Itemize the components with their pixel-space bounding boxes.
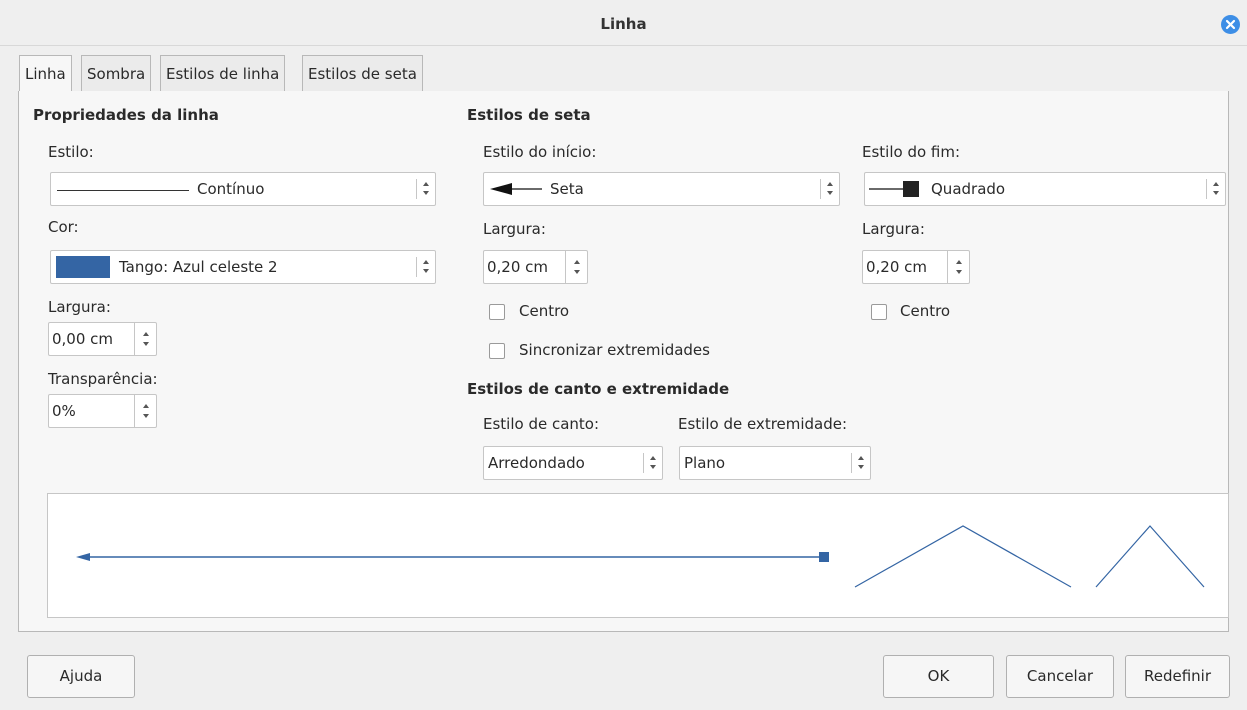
square-end-icon: [869, 181, 919, 197]
updown-icon: [820, 179, 833, 199]
preview-corner-wide: [854, 525, 1072, 588]
close-button[interactable]: [1221, 15, 1240, 34]
reset-button[interactable]: Redefinir: [1125, 655, 1230, 698]
arrow-styles-heading: Estilos de seta: [467, 106, 591, 124]
start-width-value: 0,20 cm: [487, 258, 549, 276]
transparency-spinbox[interactable]: 0%: [48, 394, 157, 428]
color-swatch: [56, 256, 110, 278]
preview-corner-narrow: [1095, 525, 1205, 588]
spin-arrows-icon[interactable]: [134, 395, 156, 427]
start-style-value: Seta: [550, 180, 584, 198]
updown-icon: [1206, 179, 1219, 199]
tab-linha[interactable]: Linha: [19, 55, 72, 93]
line-color-select[interactable]: Tango: Azul celeste 2: [50, 250, 436, 284]
preview-arrow-head: [76, 553, 90, 561]
end-style-value: Quadrado: [931, 180, 1006, 198]
line-width-spinbox[interactable]: 0,00 cm: [48, 322, 157, 356]
line-preview: [47, 493, 1229, 618]
line-properties-heading: Propriedades da linha: [33, 106, 219, 124]
spin-arrows-icon[interactable]: [947, 251, 969, 283]
sync-ends-checkbox[interactable]: [489, 343, 505, 359]
start-center-checkbox[interactable]: [489, 304, 505, 320]
end-width-label: Largura:: [862, 220, 925, 238]
updown-icon: [416, 257, 429, 277]
start-width-label: Largura:: [483, 220, 546, 238]
end-style-select[interactable]: Quadrado: [864, 172, 1226, 206]
line-preview-drawing: [76, 525, 1205, 588]
sync-ends-label: Sincronizar extremidades: [519, 341, 710, 359]
start-center-label: Centro: [519, 302, 570, 320]
line-style-value: Contínuo: [197, 180, 265, 198]
cap-style-label: Estilo de extremidade:: [678, 415, 848, 433]
end-style-label: Estilo do fim:: [862, 143, 961, 161]
style-label: Estilo:: [48, 143, 94, 161]
transparency-value: 0%: [52, 402, 76, 420]
start-style-label: Estilo do início:: [483, 143, 597, 161]
spin-arrows-icon[interactable]: [134, 323, 156, 355]
corner-style-select[interactable]: Arredondado: [483, 446, 663, 480]
end-center-label: Centro: [900, 302, 951, 320]
preview-square-end: [819, 552, 829, 562]
arrow-head-icon: [490, 183, 542, 195]
cap-style-select[interactable]: Plano: [679, 446, 871, 480]
spin-arrows-icon[interactable]: [565, 251, 587, 283]
end-center-checkbox[interactable]: [871, 304, 887, 320]
corner-cap-heading: Estilos de canto e extremidade: [467, 380, 730, 398]
corner-style-value: Arredondado: [488, 454, 585, 472]
updown-icon: [851, 453, 864, 473]
start-width-spinbox[interactable]: 0,20 cm: [483, 250, 588, 284]
help-button[interactable]: Ajuda: [27, 655, 135, 698]
line-style-select[interactable]: Contínuo: [50, 172, 436, 206]
line-width-value: 0,00 cm: [52, 330, 114, 348]
tab-estilos-de-linha[interactable]: Estilos de linha: [160, 55, 286, 92]
cap-style-value: Plano: [684, 454, 726, 472]
line-color-value: Tango: Azul celeste 2: [119, 258, 278, 276]
tab-estilos-de-seta[interactable]: Estilos de seta: [302, 55, 423, 92]
width-label: Largura:: [48, 298, 111, 316]
end-width-value: 0,20 cm: [866, 258, 928, 276]
transparency-label: Transparência:: [48, 370, 158, 388]
updown-icon: [643, 453, 656, 473]
color-label: Cor:: [48, 218, 79, 236]
updown-icon: [416, 179, 429, 199]
close-icon: [1225, 19, 1236, 30]
solid-line-preview-icon: [57, 190, 189, 191]
corner-style-label: Estilo de canto:: [483, 415, 600, 433]
end-width-spinbox[interactable]: 0,20 cm: [862, 250, 970, 284]
ok-button[interactable]: OK: [883, 655, 994, 698]
window-title: Linha: [600, 15, 647, 33]
start-style-select[interactable]: Seta: [483, 172, 840, 206]
tab-sombra[interactable]: Sombra: [81, 55, 152, 92]
cancel-button[interactable]: Cancelar: [1006, 655, 1114, 698]
